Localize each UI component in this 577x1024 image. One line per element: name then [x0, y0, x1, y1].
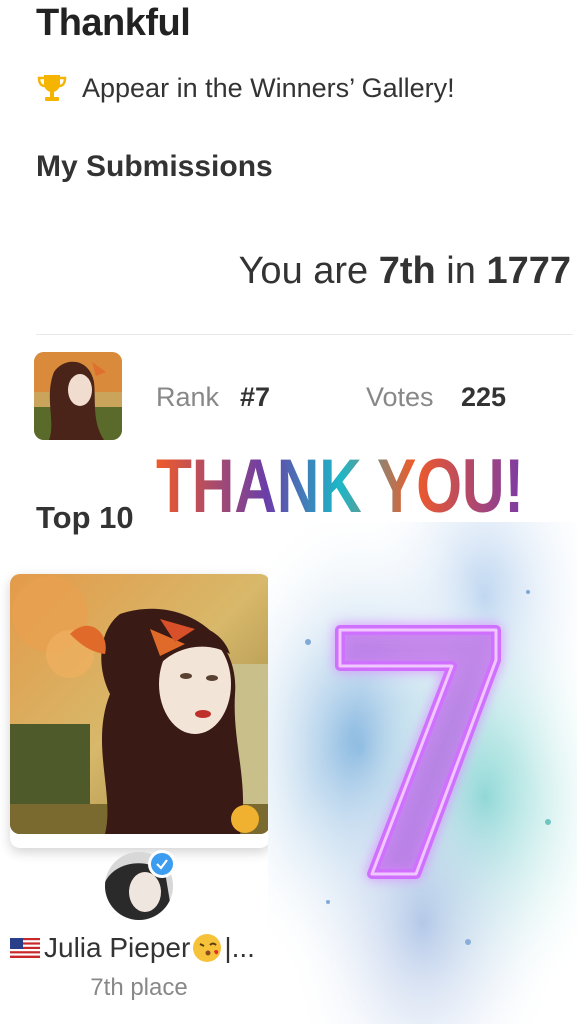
thank-you-banner: THANK YOU! [156, 444, 524, 526]
section-divider [36, 334, 573, 335]
us-flag-icon [10, 938, 40, 958]
votes-value: 225 [461, 382, 507, 412]
rank-summary-rank: 7th [378, 250, 436, 292]
top10-entry-image[interactable] [10, 574, 270, 834]
verified-badge-icon [148, 850, 176, 878]
rank-summary: You are 7th in 1777 [239, 250, 571, 293]
rank-summary-mid: in [435, 250, 487, 292]
winners-gallery-row: Appear in the Winners’ Gallery! [36, 72, 455, 104]
winners-gallery-text: Appear in the Winners’ Gallery! [82, 72, 455, 103]
votes-label: Votes [366, 382, 434, 412]
kissing-face-icon [193, 934, 222, 962]
rank-summary-total: 1777 [486, 250, 571, 292]
user-name-suffix: |... [224, 932, 255, 963]
rank-value: #7 [240, 382, 271, 412]
top10-user-name[interactable]: Julia Pieper |... [10, 932, 268, 964]
my-submissions-heading: My Submissions [36, 150, 273, 183]
thank-you-text: THANK YOU! [156, 444, 524, 526]
user-name-text: Julia Pieper [44, 932, 191, 963]
trophy-icon [37, 75, 67, 101]
rank-summary-prefix: You are [238, 250, 379, 292]
top10-place: 7th place [90, 974, 188, 1001]
rank-seven-overlay [268, 522, 577, 1024]
rank-label: Rank [156, 382, 220, 412]
challenge-title: Thankful [36, 2, 191, 44]
top10-heading: Top 10 [36, 500, 134, 535]
submission-thumbnail[interactable] [34, 352, 122, 440]
